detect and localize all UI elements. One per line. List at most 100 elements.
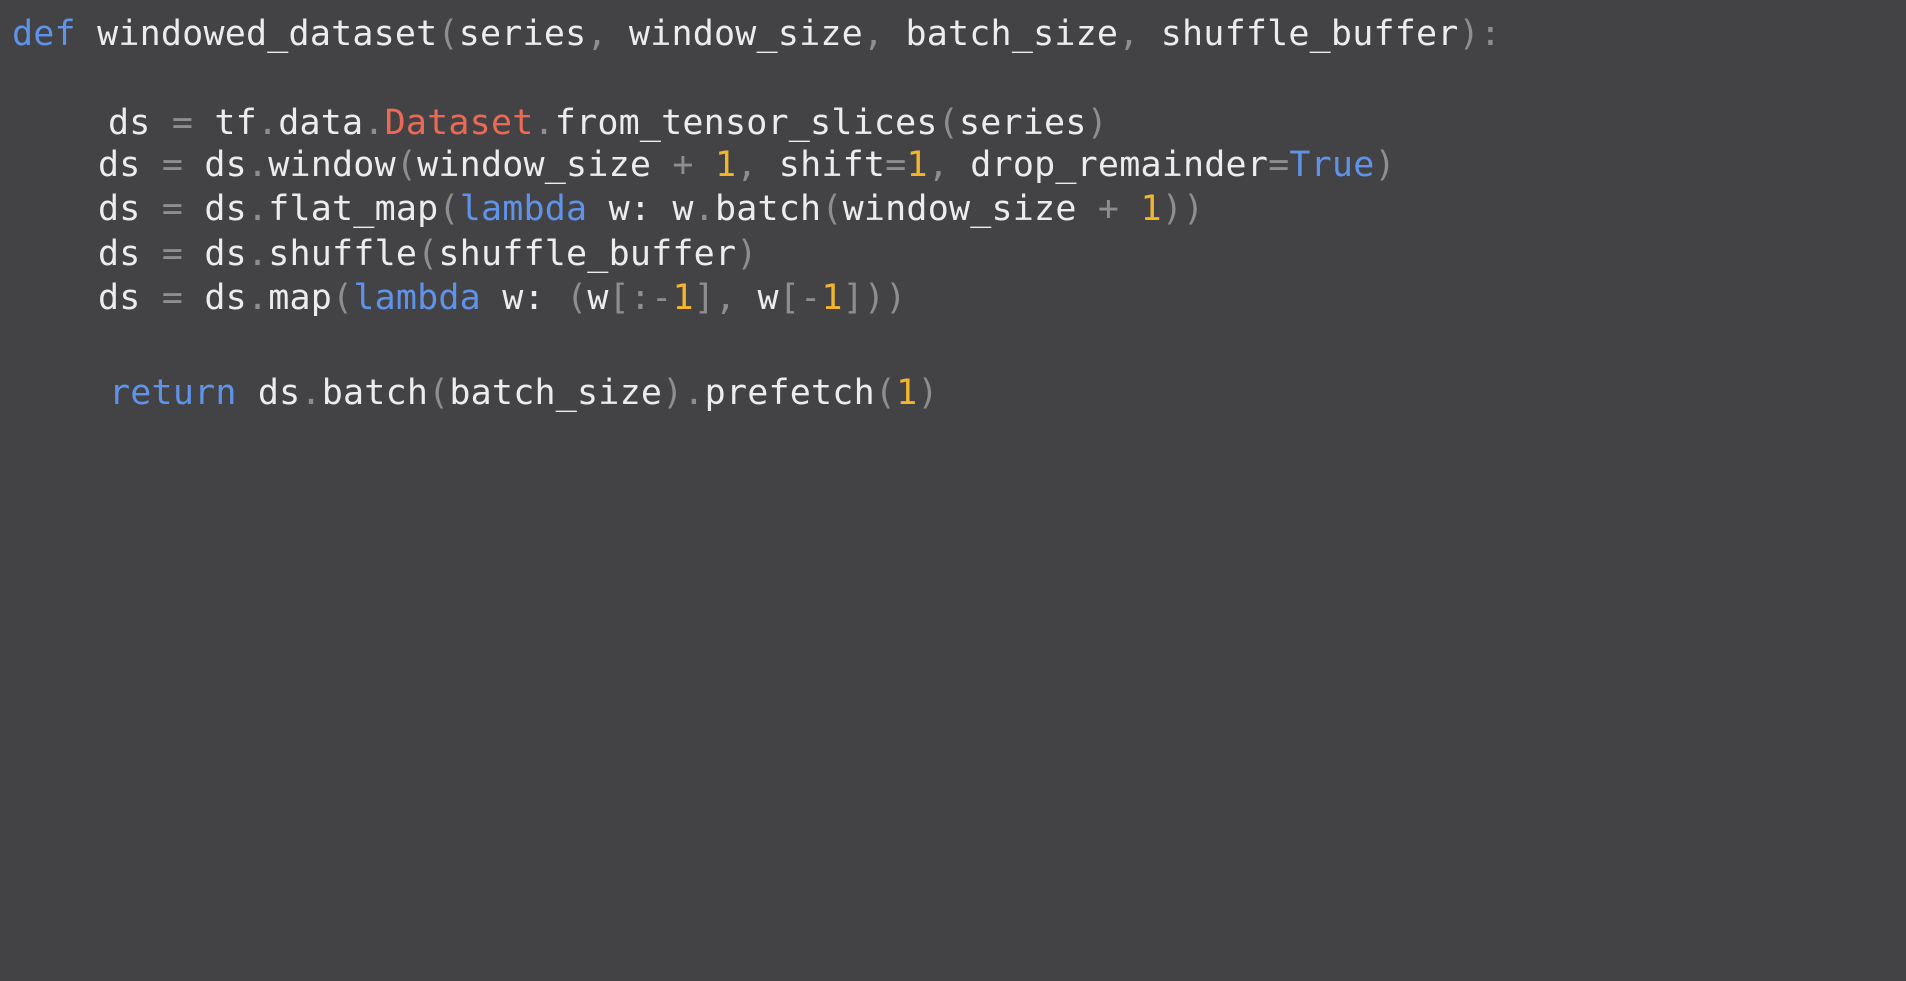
code-token: ds	[183, 189, 247, 229]
code-token: series	[958, 103, 1087, 143]
code-token: series	[458, 14, 587, 54]
code-token: window	[268, 145, 396, 185]
code-token: .	[533, 103, 555, 143]
code-line: ds = ds.flat_map(lambda w: w.batch(windo…	[98, 187, 1204, 231]
code-token: ds	[108, 103, 172, 143]
code-line: ds = ds.window(window_size + 1, shift=1,…	[98, 143, 1396, 187]
code-token: ds	[183, 278, 247, 318]
code-token: data	[278, 103, 364, 143]
code-token: lambda	[459, 189, 588, 229]
code-token: [:-	[608, 278, 673, 318]
code-token: (	[395, 145, 418, 185]
code-token: 1	[896, 373, 918, 413]
code-token: (	[332, 278, 354, 318]
code-token: (	[428, 373, 450, 413]
code-token: =	[161, 234, 184, 274]
code-token: )	[1374, 145, 1396, 185]
code-token: shuffle	[268, 234, 418, 274]
code-token: tf	[193, 103, 257, 143]
code-token: 1	[821, 278, 843, 318]
code-token: shift	[757, 145, 886, 185]
code-token: ]))	[842, 278, 907, 318]
code-token: batch_size	[449, 373, 663, 413]
code-line: ds = ds.map(lambda w: (w[:-1], w[-1]))	[98, 276, 906, 320]
code-token: lambda	[353, 278, 481, 318]
code-token: batch	[321, 373, 429, 413]
code-token: )	[917, 373, 939, 413]
code-token: prefetch	[704, 373, 875, 413]
code-token: ds	[98, 234, 162, 274]
code-token: from_tensor_slices	[554, 103, 938, 143]
code-token: )	[1458, 14, 1480, 54]
code-token: =	[161, 189, 184, 229]
code-token: ds	[183, 145, 247, 185]
code-token: )	[1086, 103, 1108, 143]
code-token: ds	[98, 278, 162, 318]
code-token: =	[1268, 145, 1290, 185]
code-line: ds = tf.data.Dataset.from_tensor_slices(…	[108, 101, 1108, 145]
code-token: windowed_dataset	[75, 14, 438, 54]
code-token: 1	[906, 145, 928, 185]
code-token: window_size	[417, 145, 673, 185]
code-token: .	[246, 234, 269, 274]
code-token: window_size	[607, 14, 863, 54]
code-token: .	[246, 145, 269, 185]
code-token: +	[1097, 189, 1120, 229]
code-token: =	[161, 145, 184, 185]
code-token: w:	[480, 278, 567, 318]
code-token: True	[1289, 145, 1375, 185]
code-token: =	[161, 278, 184, 318]
code-token: ,	[586, 14, 608, 54]
code-token: w	[736, 278, 779, 318]
code-token: ],	[693, 278, 737, 318]
code-token: flat_map	[268, 189, 439, 229]
code-token: def	[12, 14, 76, 54]
code-token: shuffle_buffer	[1139, 14, 1459, 54]
code-token: ds	[236, 373, 301, 413]
code-token: ,	[927, 145, 950, 185]
code-line: def windowed_dataset(series, window_size…	[12, 12, 1501, 56]
code-token: .	[300, 373, 322, 413]
code-token: ,	[862, 14, 885, 54]
code-token: (	[874, 373, 897, 413]
code-token: 1	[714, 145, 737, 185]
code-token: batch_size	[884, 14, 1119, 54]
code-token: map	[268, 278, 333, 318]
code-token: (	[821, 189, 843, 229]
code-token: )	[736, 234, 758, 274]
code-token: )	[662, 373, 684, 413]
code-token: window_size	[842, 189, 1098, 229]
code-token: .	[246, 189, 269, 229]
code-token: .	[683, 373, 705, 413]
code-token: .	[256, 103, 279, 143]
code-token: =	[885, 145, 907, 185]
code-token: =	[171, 103, 194, 143]
code-token: ))	[1161, 189, 1205, 229]
code-token: (	[438, 189, 460, 229]
code-token: ,	[736, 145, 758, 185]
code-token: ds	[98, 189, 162, 229]
code-token: w: w	[587, 189, 694, 229]
code-token: (	[566, 278, 588, 318]
code-token: [-	[778, 278, 822, 318]
code-token: .	[246, 278, 269, 318]
code-token: .	[363, 103, 385, 143]
code-token: ds	[183, 234, 247, 274]
code-token: return	[109, 373, 237, 413]
code-token: ,	[1118, 14, 1140, 54]
code-line: ds = ds.shuffle(shuffle_buffer)	[98, 232, 758, 276]
code-token: drop_remainder	[949, 145, 1269, 185]
code-token: +	[672, 145, 694, 185]
code-token: .	[693, 189, 715, 229]
code-token: (	[437, 14, 459, 54]
code-token: :	[1479, 14, 1502, 54]
code-token: w	[587, 278, 609, 318]
code-token: shuffle_buffer	[438, 234, 737, 274]
code-line: return ds.batch(batch_size).prefetch(1)	[109, 371, 939, 415]
code-token: 1	[672, 278, 694, 318]
code-token: 1	[1140, 189, 1162, 229]
code-token: ds	[98, 145, 162, 185]
code-token: batch	[714, 189, 822, 229]
